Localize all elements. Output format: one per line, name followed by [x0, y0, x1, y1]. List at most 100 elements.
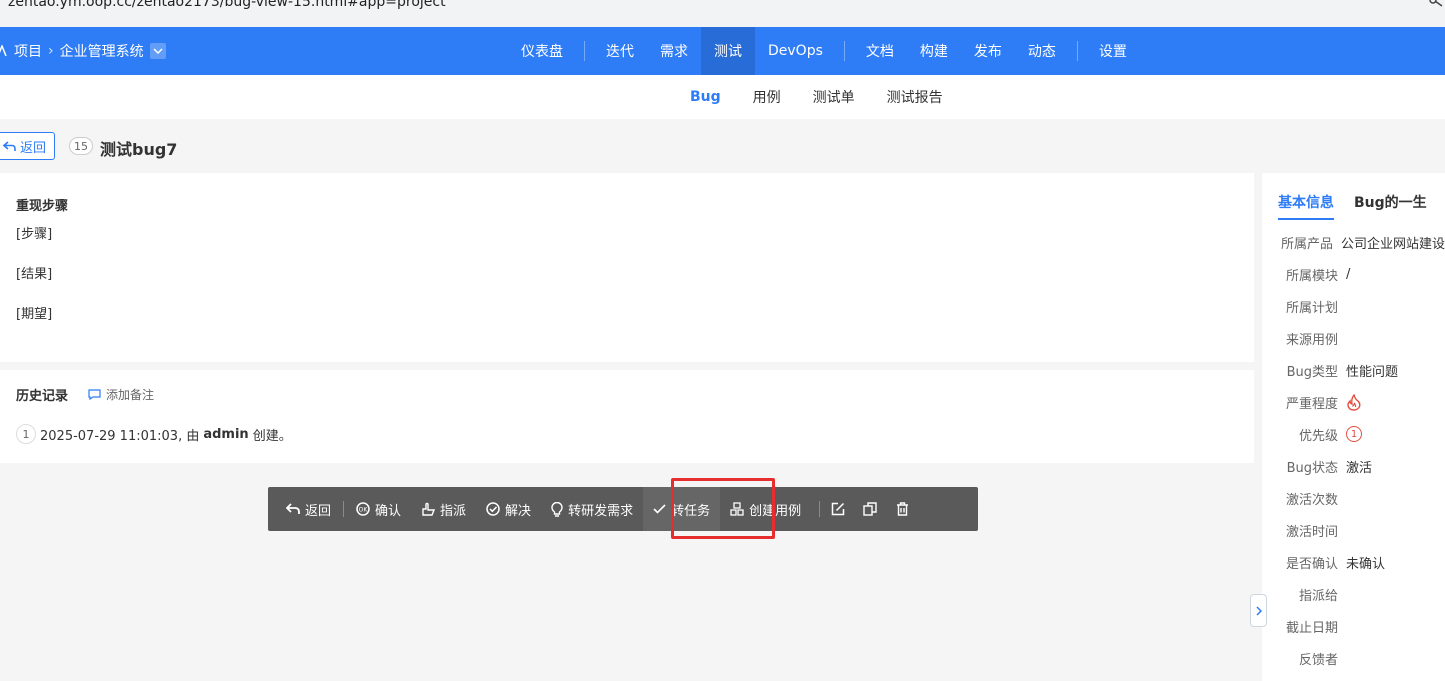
- field-activated-date: 激活时间: [1262, 520, 1445, 540]
- key-icon[interactable]: [1429, 0, 1443, 8]
- toolbar-divider: [343, 501, 345, 517]
- lightbulb-icon: [551, 501, 563, 517]
- ok-circle-icon: OK: [356, 502, 370, 516]
- sitemap-icon: [730, 502, 744, 516]
- field-label: 来源用例: [1285, 332, 1338, 348]
- nav-divider: [843, 41, 845, 61]
- check-circle-icon: [486, 502, 500, 516]
- field-feedback-by: 反馈者: [1262, 648, 1445, 668]
- undo-icon: [2, 140, 16, 151]
- steps-title: 重现步骤: [16, 199, 69, 214]
- tab-bug-life[interactable]: Bug的一生: [1354, 192, 1427, 220]
- to-story-label: 转研发需求: [568, 503, 634, 519]
- field-value[interactable]: 公司企业网站建设: [1341, 233, 1445, 252]
- browser-address-bar[interactable]: zentao.ym.oop.cc/zentao2173/bug-view-15.…: [0, 0, 1445, 27]
- toolbar-back-label: 返回: [305, 503, 332, 519]
- breadcrumb: 项目 › 企业管理系统: [0, 27, 166, 75]
- edit-icon: [831, 502, 845, 516]
- nav-devops[interactable]: DevOps: [755, 27, 836, 75]
- sidebar-collapse-toggle[interactable]: [1250, 594, 1267, 627]
- nav-dashboard[interactable]: 仪表盘: [508, 27, 576, 75]
- toolbar-back-button[interactable]: 返回: [276, 487, 341, 531]
- to-task-button[interactable]: 转任务: [643, 487, 721, 531]
- tab-basic-info[interactable]: 基本信息: [1278, 192, 1334, 220]
- priority-badge: 1: [1346, 426, 1362, 442]
- subnav-testreport[interactable]: 测试报告: [871, 87, 959, 107]
- field-label: 所属产品: [1280, 236, 1333, 252]
- subnav-bug[interactable]: Bug: [674, 89, 737, 105]
- chevron-right-icon: [1255, 605, 1262, 616]
- resolve-button[interactable]: 解决: [476, 487, 541, 531]
- field-value: 1: [1346, 426, 1362, 442]
- assign-label: 指派: [440, 503, 467, 519]
- history-entry-time: 2025-07-29 11:01:03, 由: [40, 428, 200, 444]
- breadcrumb-root[interactable]: 项目: [14, 41, 42, 61]
- field-label: Bug类型: [1286, 364, 1338, 380]
- back-button-label: 返回: [19, 140, 46, 156]
- field-source-case: 来源用例: [1262, 328, 1445, 348]
- field-value: 激活: [1346, 460, 1373, 476]
- field-label: 激活次数: [1285, 492, 1338, 508]
- nav-dynamic[interactable]: 动态: [1015, 27, 1069, 75]
- copy-button[interactable]: [854, 487, 886, 531]
- sub-navigation: Bug 用例 测试单 测试报告: [0, 75, 1445, 119]
- field-value: [1346, 393, 1362, 411]
- back-button[interactable]: 返回: [0, 132, 55, 160]
- to-task-label: 转任务: [671, 503, 711, 519]
- url-text[interactable]: zentao.ym.oop.cc/zentao2173/bug-view-15.…: [8, 0, 446, 10]
- field-product: 所属产品 公司企业网站建设: [1262, 232, 1445, 252]
- field-label: 指派给: [1298, 588, 1338, 604]
- history-entry-user: admin: [203, 426, 249, 442]
- flame-icon: [1347, 393, 1361, 411]
- nav-settings[interactable]: 设置: [1086, 27, 1140, 75]
- nav-iteration[interactable]: 迭代: [593, 27, 647, 75]
- steps-panel: 重现步骤 [步骤] [结果] [期望]: [0, 173, 1254, 362]
- nav-build[interactable]: 构建: [907, 27, 961, 75]
- field-label: 激活时间: [1285, 524, 1338, 540]
- nav-test[interactable]: 测试: [701, 27, 755, 75]
- svg-text:OK: OK: [359, 507, 369, 514]
- check-icon: [653, 504, 666, 514]
- field-bug-type: Bug类型 性能问题: [1262, 360, 1445, 380]
- field-label: 是否确认: [1285, 556, 1338, 572]
- field-label: 反馈者: [1298, 652, 1338, 668]
- history-entry-number: 1: [16, 424, 36, 444]
- field-label: 优先级: [1298, 428, 1338, 444]
- nav-story[interactable]: 需求: [647, 27, 701, 75]
- basic-info-sidebar: 基本信息 Bug的一生 所属产品 公司企业网站建设 所属模块 / 所属计划 来源用例…: [1262, 173, 1445, 681]
- field-status: Bug状态 激活: [1262, 456, 1445, 476]
- nav-divider: [584, 41, 585, 61]
- result-line: [结果]: [16, 267, 53, 282]
- field-assigned-to: 指派给: [1262, 584, 1445, 604]
- field-activated-count: 激活次数: [1262, 488, 1445, 508]
- field-label: 所属模块: [1285, 268, 1338, 284]
- assign-button[interactable]: 指派: [411, 487, 476, 531]
- breadcrumb-project[interactable]: 企业管理系统: [60, 41, 144, 61]
- nav-doc[interactable]: 文档: [853, 27, 907, 75]
- subnav-testtask[interactable]: 测试单: [797, 87, 871, 107]
- undo-icon: [286, 503, 300, 514]
- history-entry-action: 创建。: [252, 428, 292, 444]
- resolve-label: 解决: [505, 503, 532, 519]
- expect-line: [期望]: [16, 307, 53, 322]
- edit-button[interactable]: [822, 487, 854, 531]
- field-value: 性能问题: [1346, 364, 1399, 380]
- add-note-link[interactable]: 添加备注: [88, 386, 154, 403]
- confirm-button[interactable]: OK 确认: [346, 487, 411, 531]
- page-header: 返回 15 测试bug7: [0, 119, 1260, 173]
- nav-release[interactable]: 发布: [961, 27, 1015, 75]
- action-toolbar: 返回 OK 确认 指派 解决 转研发需求 转任务 创建用例: [268, 487, 978, 531]
- delete-button[interactable]: [886, 487, 918, 531]
- subnav-case[interactable]: 用例: [737, 87, 797, 107]
- project-switch-dropdown[interactable]: [149, 43, 166, 59]
- chevron-right-icon: ›: [48, 43, 54, 59]
- create-case-button[interactable]: 创建用例: [720, 487, 811, 531]
- create-case-label: 创建用例: [749, 503, 802, 519]
- history-entry: 1 2025-07-29 11:01:03, 由 admin 创建。: [16, 424, 292, 444]
- chevron-down-icon: [153, 48, 163, 54]
- add-note-label: 添加备注: [106, 388, 155, 402]
- nav-divider: [1076, 41, 1078, 61]
- field-label: 严重程度: [1285, 396, 1338, 412]
- to-story-button[interactable]: 转研发需求: [541, 487, 643, 531]
- hand-pointer-icon: [422, 502, 436, 516]
